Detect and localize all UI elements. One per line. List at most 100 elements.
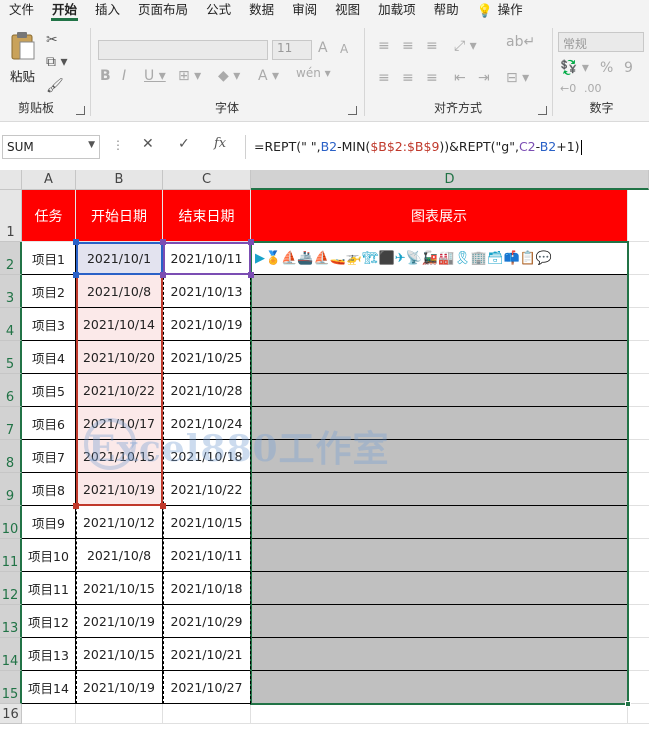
merge-center-icon[interactable]: ⊟ ▾ bbox=[506, 70, 529, 86]
column-header-D[interactable]: D bbox=[251, 170, 649, 190]
chart-cell[interactable] bbox=[251, 506, 628, 539]
decrease-indent-icon[interactable]: ⇤ bbox=[454, 70, 466, 86]
empty-cell[interactable] bbox=[628, 671, 649, 704]
empty-cell[interactable] bbox=[628, 407, 649, 440]
row-header-10[interactable]: 10 bbox=[0, 506, 22, 539]
end-date-cell[interactable]: 2021/10/21 bbox=[163, 638, 251, 671]
reference-handle[interactable] bbox=[160, 239, 166, 245]
alignment-launcher-icon[interactable] bbox=[538, 106, 547, 115]
menu-item-9[interactable]: 帮助 bbox=[425, 0, 468, 22]
align-top-icon[interactable]: ≡ bbox=[378, 38, 390, 54]
fill-handle[interactable] bbox=[625, 701, 631, 707]
task-cell[interactable]: 项目6 bbox=[22, 407, 76, 440]
increase-font-icon[interactable]: A bbox=[318, 40, 328, 56]
header-cell-A[interactable]: 任务 bbox=[22, 190, 76, 242]
phonetic-icon[interactable]: wén ▾ bbox=[296, 66, 331, 80]
menu-item-0[interactable]: 文件 bbox=[0, 0, 43, 22]
cancel-icon[interactable]: ✕ bbox=[142, 136, 154, 152]
empty-cell[interactable] bbox=[628, 704, 649, 724]
row-header-11[interactable]: 11 bbox=[0, 539, 22, 572]
chart-cell[interactable] bbox=[251, 671, 628, 704]
end-date-cell[interactable]: 2021/10/29 bbox=[163, 605, 251, 638]
formula-input[interactable]: =REPT(" ",B2-MIN($B$2:$B$9))&REPT("g",C2… bbox=[245, 135, 647, 159]
empty-cell[interactable] bbox=[22, 704, 76, 724]
row-header-4[interactable]: 4 bbox=[0, 308, 22, 341]
task-cell[interactable]: 项目4 bbox=[22, 341, 76, 374]
font-launcher-icon[interactable] bbox=[348, 106, 357, 115]
menu-item-8[interactable]: 加载项 bbox=[369, 0, 425, 22]
chart-cell[interactable] bbox=[251, 638, 628, 671]
chart-cell[interactable] bbox=[251, 275, 628, 308]
task-cell[interactable]: 项目2 bbox=[22, 275, 76, 308]
row-header-16[interactable]: 16 bbox=[0, 704, 22, 724]
chart-cell[interactable] bbox=[251, 605, 628, 638]
start-date-cell[interactable]: 2021/10/15 bbox=[76, 638, 163, 671]
chart-cell[interactable] bbox=[251, 572, 628, 605]
italic-icon[interactable]: I bbox=[122, 68, 126, 84]
chart-cell[interactable] bbox=[251, 440, 628, 473]
start-date-cell[interactable]: 2021/10/19 bbox=[76, 605, 163, 638]
empty-cell[interactable] bbox=[628, 341, 649, 374]
end-date-cell[interactable]: 2021/10/18 bbox=[163, 572, 251, 605]
menu-item-1[interactable]: 开始 bbox=[43, 0, 86, 22]
task-cell[interactable]: 项目5 bbox=[22, 374, 76, 407]
start-date-cell[interactable]: 2021/10/1 bbox=[76, 242, 163, 275]
row-header-8[interactable]: 8 bbox=[0, 440, 22, 473]
task-cell[interactable]: 项目11 bbox=[22, 572, 76, 605]
task-cell[interactable]: 项目12 bbox=[22, 605, 76, 638]
row-header-9[interactable]: 9 bbox=[0, 473, 22, 506]
end-date-cell[interactable]: 2021/10/11 bbox=[163, 539, 251, 572]
enter-icon[interactable]: ✓ bbox=[178, 136, 190, 152]
row-header-6[interactable]: 6 bbox=[0, 374, 22, 407]
start-date-cell[interactable]: 2021/10/15 bbox=[76, 440, 163, 473]
start-date-cell[interactable]: 2021/10/22 bbox=[76, 374, 163, 407]
insert-function-icon[interactable]: fx bbox=[214, 136, 226, 151]
task-cell[interactable]: 项目13 bbox=[22, 638, 76, 671]
row-header-1[interactable]: 1 bbox=[0, 190, 22, 242]
font-color-icon[interactable]: A ▾ bbox=[258, 68, 279, 84]
row-header-13[interactable]: 13 bbox=[0, 605, 22, 638]
increase-indent-icon[interactable]: ⇥ bbox=[478, 70, 490, 86]
task-cell[interactable]: 项目1 bbox=[22, 242, 76, 275]
bold-icon[interactable]: B bbox=[100, 68, 111, 84]
increase-decimal-icon[interactable]: ←0 bbox=[560, 82, 576, 95]
task-cell[interactable]: 项目8 bbox=[22, 473, 76, 506]
empty-cell[interactable] bbox=[628, 605, 649, 638]
number-format-box[interactable]: 常规 bbox=[558, 32, 644, 52]
empty-cell[interactable] bbox=[628, 440, 649, 473]
column-header-A[interactable]: A bbox=[22, 170, 76, 190]
reference-handle[interactable] bbox=[160, 503, 166, 509]
empty-cell[interactable] bbox=[628, 638, 649, 671]
align-right-icon[interactable]: ≡ bbox=[426, 70, 438, 86]
start-date-cell[interactable]: 2021/10/19 bbox=[76, 671, 163, 704]
start-date-cell[interactable]: 2021/10/12 bbox=[76, 506, 163, 539]
header-cell-D[interactable]: 图表展示 bbox=[251, 190, 628, 242]
end-date-cell[interactable]: 2021/10/19 bbox=[163, 308, 251, 341]
menu-item-7[interactable]: 视图 bbox=[326, 0, 369, 22]
empty-cell[interactable] bbox=[628, 242, 649, 275]
menu-item-3[interactable]: 页面布局 bbox=[129, 0, 197, 22]
end-date-cell[interactable]: 2021/10/11 bbox=[163, 242, 251, 275]
row-header-15[interactable]: 15 bbox=[0, 671, 22, 704]
task-cell[interactable]: 项目3 bbox=[22, 308, 76, 341]
empty-cell[interactable] bbox=[628, 374, 649, 407]
task-cell[interactable]: 项目10 bbox=[22, 539, 76, 572]
empty-cell[interactable] bbox=[163, 704, 251, 724]
task-cell[interactable]: 项目9 bbox=[22, 506, 76, 539]
decrease-font-icon[interactable]: A bbox=[340, 42, 348, 56]
end-date-cell[interactable]: 2021/10/27 bbox=[163, 671, 251, 704]
row-header-5[interactable]: 5 bbox=[0, 341, 22, 374]
percent-icon[interactable]: % bbox=[600, 60, 613, 76]
empty-cell[interactable] bbox=[76, 704, 163, 724]
end-date-cell[interactable]: 2021/10/18 bbox=[163, 440, 251, 473]
chart-cell[interactable] bbox=[251, 473, 628, 506]
row-header-7[interactable]: 7 bbox=[0, 407, 22, 440]
chart-cell[interactable] bbox=[251, 341, 628, 374]
lightbulb-icon[interactable]: 💡 bbox=[476, 4, 494, 19]
reference-handle[interactable] bbox=[248, 239, 254, 245]
paste-button[interactable] bbox=[8, 30, 38, 64]
underline-icon[interactable]: U ▾ bbox=[144, 68, 166, 84]
empty-cell[interactable] bbox=[251, 704, 628, 724]
chart-cell[interactable] bbox=[251, 308, 628, 341]
start-date-cell[interactable]: 2021/10/8 bbox=[76, 539, 163, 572]
